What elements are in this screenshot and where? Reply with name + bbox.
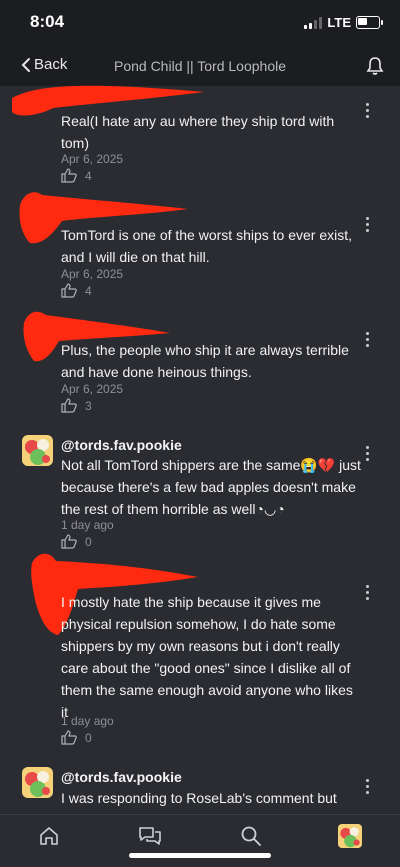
thumbs-up-icon bbox=[61, 168, 77, 183]
thumbs-up-icon bbox=[61, 283, 77, 298]
more-options-icon[interactable] bbox=[366, 585, 370, 603]
like-button[interactable]: 4 bbox=[61, 168, 92, 183]
home-tab[interactable] bbox=[38, 825, 60, 852]
thumbs-up-icon bbox=[61, 398, 77, 413]
like-count: 4 bbox=[85, 283, 92, 298]
messages-tab[interactable] bbox=[138, 825, 162, 852]
comment-date: Apr 6, 2025 bbox=[61, 382, 124, 396]
status-time: 8:04 bbox=[30, 12, 65, 31]
avatar[interactable] bbox=[22, 435, 53, 466]
more-options-icon[interactable] bbox=[366, 779, 370, 797]
status-bar: 8:04 LTE bbox=[0, 0, 400, 46]
thumbs-up-icon bbox=[61, 730, 77, 745]
home-indicator bbox=[129, 853, 271, 858]
comment-text: I mostly hate the ship because it gives … bbox=[61, 594, 353, 720]
avatar bbox=[338, 824, 362, 848]
more-options-icon[interactable] bbox=[366, 103, 370, 121]
battery-icon bbox=[356, 16, 383, 29]
like-count: 0 bbox=[85, 730, 92, 745]
more-options-icon[interactable] bbox=[366, 217, 370, 235]
like-button[interactable]: 0 bbox=[61, 730, 92, 745]
home-icon bbox=[40, 827, 58, 845]
bell-icon[interactable] bbox=[366, 56, 384, 81]
more-options-icon[interactable] bbox=[366, 332, 370, 350]
like-button[interactable]: 4 bbox=[61, 283, 92, 298]
tab-bar bbox=[0, 814, 400, 867]
comment-text: Real(I hate any au where they ship tord … bbox=[61, 113, 335, 151]
like-button[interactable]: 3 bbox=[61, 398, 92, 413]
more-options-icon[interactable] bbox=[366, 446, 370, 464]
comment-date: Apr 6, 2025 bbox=[61, 152, 124, 166]
network-label: LTE bbox=[327, 15, 351, 30]
signal-icon bbox=[304, 16, 323, 29]
comment-username[interactable]: @tords.fav.pookie bbox=[61, 769, 182, 785]
status-indicators: LTE bbox=[304, 15, 383, 30]
chat-bubbles-icon bbox=[139, 827, 161, 845]
comment-text: Plus, the people who ship it are always … bbox=[61, 342, 349, 380]
nav-bar: Back Pond Child || Tord Loophole bbox=[0, 46, 400, 86]
avatar[interactable] bbox=[22, 767, 53, 798]
comment-date: Apr 6, 2025 bbox=[61, 267, 124, 281]
like-count: 4 bbox=[85, 168, 92, 183]
comment-username[interactable]: @tords.fav.pookie bbox=[61, 437, 182, 453]
search-tab[interactable] bbox=[240, 825, 262, 852]
comment-text: Not all TomTord shippers are the same😭💔 … bbox=[61, 457, 361, 517]
search-icon bbox=[241, 826, 261, 846]
comment-date: 1 day ago bbox=[61, 518, 114, 532]
page-title: Pond Child || Tord Loophole bbox=[113, 58, 287, 74]
comment-date: 1 day ago bbox=[61, 714, 114, 728]
profile-tab[interactable] bbox=[338, 824, 362, 848]
like-count: 3 bbox=[85, 398, 92, 413]
comment-text: TomTord is one of the worst ships to eve… bbox=[61, 227, 353, 265]
